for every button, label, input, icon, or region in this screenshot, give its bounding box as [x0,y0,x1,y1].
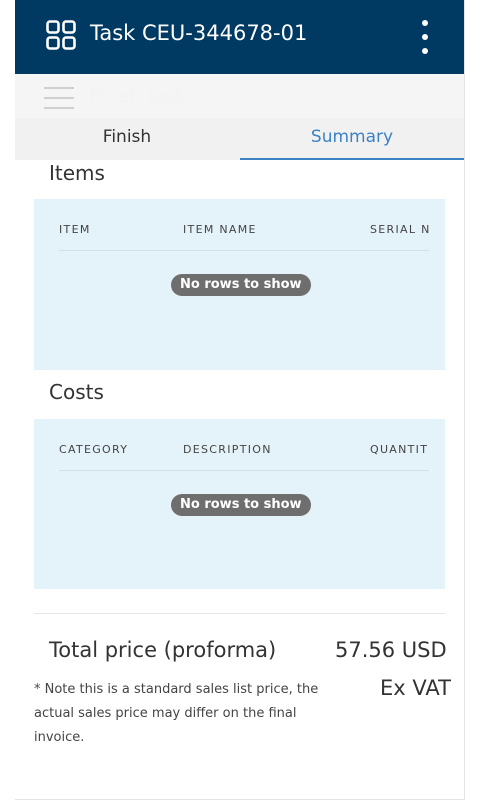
sub-header-title: Finish task [90,86,185,107]
total-price-value: 57.56 USD [335,638,447,662]
column-header-description[interactable]: DESCRIPTION [183,443,272,456]
column-header-quantity[interactable]: QUANTIT [370,443,428,456]
tab-bar: Finish Summary [15,118,464,160]
column-header-item-name[interactable]: ITEM NAME [183,223,257,236]
price-disclaimer: * Note this is a standard sales list pri… [34,682,319,745]
sub-header [15,74,464,118]
empty-state-badge: No rows to show [171,494,311,516]
items-grid[interactable]: ITEM ITEM NAME SERIAL N No rows to show [34,199,445,370]
grid-icon[interactable] [46,20,76,50]
more-vertical-icon[interactable] [415,18,435,56]
hamburger-icon[interactable] [44,85,74,111]
costs-section-title: Costs [49,380,104,404]
app-header: Task CEU-344678-01 [15,0,464,74]
page-title: Task CEU-344678-01 [90,21,308,45]
items-grid-header: ITEM ITEM NAME SERIAL N [59,216,429,251]
total-price-label: Total price (proforma) [49,638,277,662]
column-header-serial[interactable]: SERIAL N [370,223,431,236]
costs-grid-header: CATEGORY DESCRIPTION QUANTIT [59,436,429,471]
vat-note: Ex VAT [380,676,451,700]
tab-finish[interactable]: Finish [15,118,239,158]
divider [34,613,445,614]
task-panel: Task CEU-344678-01 Finish task Finish Su… [15,0,465,800]
costs-grid[interactable]: CATEGORY DESCRIPTION QUANTIT No rows to … [34,419,445,589]
items-section-title: Items [49,161,105,185]
column-header-category[interactable]: CATEGORY [59,443,128,456]
column-header-item[interactable]: ITEM [59,223,91,236]
empty-state-badge: No rows to show [171,274,311,296]
tab-summary[interactable]: Summary [240,118,464,160]
